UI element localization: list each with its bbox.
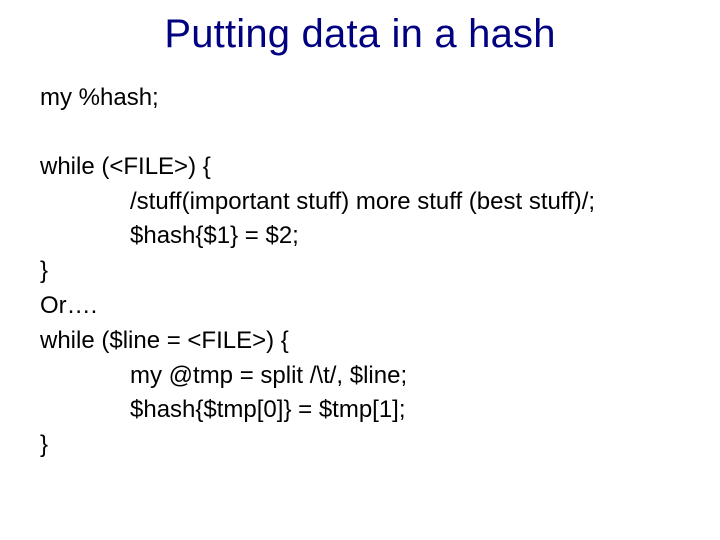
code-line: Or…. [40, 289, 680, 324]
code-line: $hash{$tmp[0]} = $tmp[1]; [40, 393, 680, 428]
blank-line [40, 116, 680, 150]
code-line: /stuff(important stuff) more stuff (best… [40, 185, 680, 220]
code-line: } [40, 254, 680, 289]
code-line: } [40, 428, 680, 463]
slide-title: Putting data in a hash [40, 12, 680, 57]
code-line: my %hash; [40, 81, 680, 116]
code-line: while (<FILE>) { [40, 150, 680, 185]
code-block: my %hash; while (<FILE>) { /stuff(import… [40, 81, 680, 463]
code-line: while ($line = <FILE>) { [40, 324, 680, 359]
code-line: my @tmp = split /\t/, $line; [40, 359, 680, 394]
slide: Putting data in a hash my %hash; while (… [0, 0, 720, 540]
code-line: $hash{$1} = $2; [40, 219, 680, 254]
